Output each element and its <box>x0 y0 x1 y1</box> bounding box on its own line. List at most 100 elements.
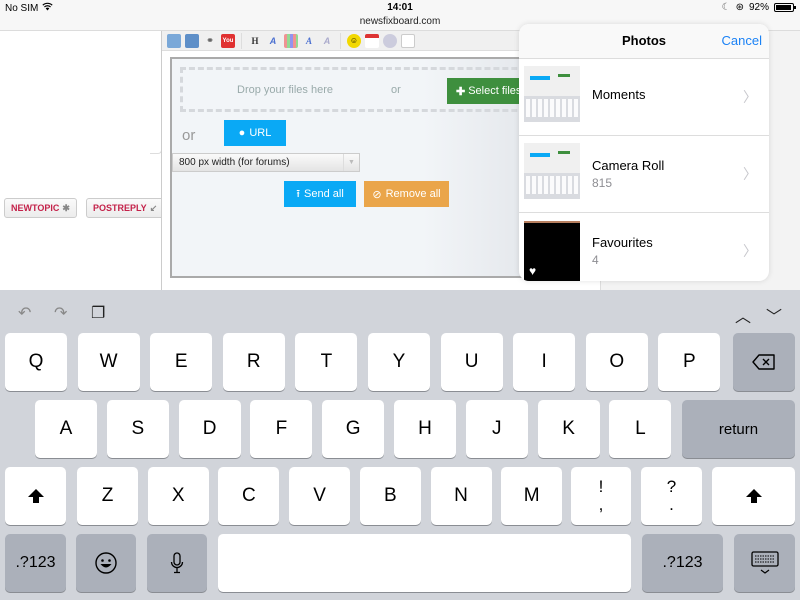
backspace-icon <box>752 354 775 370</box>
key-s[interactable]: S <box>106 400 169 458</box>
clock-icon[interactable] <box>383 33 397 48</box>
url-or-text: or <box>182 127 196 144</box>
key-g[interactable]: G <box>322 400 385 458</box>
rotation-lock-icon: ⊛ <box>735 2 744 13</box>
key-c[interactable]: C <box>218 467 280 525</box>
key-n[interactable]: N <box>430 467 492 525</box>
shift-icon <box>27 489 44 503</box>
font-clear-icon[interactable]: A <box>320 34 334 48</box>
key-question-period[interactable]: ? . <box>641 467 702 525</box>
album-favourites[interactable]: ♥ Favourites 4 〉 <box>519 213 769 281</box>
chevron-down-icon: ▼ <box>343 154 359 171</box>
size-select[interactable]: 800 px width (for forums) ▼ <box>172 153 360 172</box>
album-name: Camera Roll <box>592 158 665 173</box>
paste-icon[interactable]: ❐ <box>91 303 105 323</box>
remove-all-button[interactable]: ⊘ Remove all <box>364 181 449 207</box>
upload-icon: ⭱ <box>296 187 301 200</box>
key-w[interactable]: W <box>77 333 140 391</box>
plus-icon: ✚ <box>456 85 466 98</box>
font-a-icon[interactable]: A <box>302 34 316 48</box>
key-label-top: ! <box>598 477 604 496</box>
send-all-button[interactable]: ⭱ Send all <box>284 181 356 207</box>
key-t[interactable]: T <box>295 333 358 391</box>
key-v[interactable]: V <box>289 467 351 525</box>
dismiss-keyboard-key[interactable] <box>734 534 795 592</box>
color-grid-icon[interactable] <box>284 33 298 48</box>
key-o[interactable]: O <box>585 333 648 391</box>
emoji-key[interactable] <box>76 534 136 592</box>
keyboard: ↶ ↷ ❐ ︿ ﹀ QWERTYUIOP ASDFGHJKL return ZX… <box>0 290 800 600</box>
album-count: 815 <box>592 176 613 190</box>
cancel-button[interactable]: Cancel <box>722 33 762 48</box>
key-d[interactable]: D <box>178 400 241 458</box>
space-bar[interactable] <box>218 534 631 592</box>
chevron-right-icon: 〉 <box>743 89 757 105</box>
return-key[interactable]: return <box>682 400 795 458</box>
smiley-icon[interactable]: ☺ <box>347 33 361 48</box>
backspace-key[interactable] <box>733 333 795 391</box>
url-label: URL <box>249 127 272 139</box>
post-reply-label: POSTREPLY <box>93 203 147 213</box>
key-label-bottom: . <box>669 495 674 514</box>
remove-all-label: Remove all <box>385 188 441 200</box>
send-all-label: Send all <box>304 188 344 200</box>
document-icon[interactable] <box>401 33 415 48</box>
chevron-right-icon: 〉 <box>743 243 757 259</box>
album-moments[interactable]: Moments 〉 <box>519 59 769 136</box>
key-z[interactable]: Z <box>77 467 138 525</box>
key-l[interactable]: L <box>609 400 672 458</box>
post-reply-button[interactable]: POSTREPLY ↙ <box>86 198 165 218</box>
key-y[interactable]: Y <box>368 333 430 391</box>
redo-icon[interactable]: ↷ <box>54 303 67 323</box>
key-e[interactable]: E <box>150 333 213 391</box>
key-f[interactable]: F <box>250 400 313 458</box>
key-x[interactable]: X <box>147 467 209 525</box>
toolbar-separator <box>340 32 341 49</box>
new-topic-label: NEWTOPIC <box>11 203 60 213</box>
numbers-key-right[interactable]: .?123 <box>642 534 723 592</box>
star-icon: ✱ <box>62 202 70 213</box>
key-a[interactable]: A <box>35 400 97 458</box>
album-name: Moments <box>592 87 646 102</box>
key-p[interactable]: P <box>658 333 721 391</box>
url-button[interactable]: ● URL <box>224 120 286 146</box>
link-icon[interactable]: ⚭ <box>203 34 217 48</box>
upload-image-icon[interactable] <box>167 33 181 48</box>
key-h[interactable]: H <box>394 400 456 458</box>
key-m[interactable]: M <box>501 467 563 525</box>
shift-icon <box>745 489 762 503</box>
album-thumbnail: ♥ <box>524 221 580 281</box>
drop-or-text: or <box>391 84 401 96</box>
select-files-button[interactable]: ✚ Select files <box>447 78 527 104</box>
key-k[interactable]: K <box>537 400 600 458</box>
youtube-icon[interactable]: You <box>221 33 235 48</box>
next-field-icon[interactable]: ﹀ <box>766 303 782 327</box>
key-i[interactable]: I <box>513 333 576 391</box>
key-exclaim-comma[interactable]: ! , <box>571 467 631 525</box>
status-right: ☾ ⊛ 92% <box>721 2 796 13</box>
calendar-icon[interactable] <box>365 33 379 48</box>
battery-icon <box>774 3 796 12</box>
size-select-value: 800 px width (for forums) <box>179 157 290 168</box>
italic-a-icon[interactable]: A <box>266 34 280 48</box>
previous-field-icon[interactable]: ︿ <box>735 303 751 327</box>
reply-arrow-icon: ↙ <box>149 202 158 213</box>
key-j[interactable]: J <box>465 400 528 458</box>
key-b[interactable]: B <box>359 467 421 525</box>
album-thumbnail <box>524 143 580 199</box>
shift-key-right[interactable] <box>712 467 795 525</box>
moon-icon: ☾ <box>721 2 731 13</box>
key-u[interactable]: U <box>440 333 503 391</box>
album-camera-roll[interactable]: Camera Roll 815 〉 <box>519 136 769 213</box>
new-topic-button[interactable]: NEWTOPIC ✱ <box>4 198 77 218</box>
numbers-key-left[interactable]: .?123 <box>5 534 66 592</box>
key-r[interactable]: R <box>222 333 285 391</box>
shift-key-left[interactable] <box>5 467 66 525</box>
ban-icon: ⊘ <box>372 188 382 201</box>
upload-screen-icon[interactable] <box>185 33 199 48</box>
dictation-key[interactable] <box>147 534 207 592</box>
select-files-label: Select files <box>468 85 522 97</box>
undo-icon[interactable]: ↶ <box>18 303 31 323</box>
heading-icon[interactable]: H <box>248 34 262 48</box>
key-q[interactable]: Q <box>5 333 67 391</box>
